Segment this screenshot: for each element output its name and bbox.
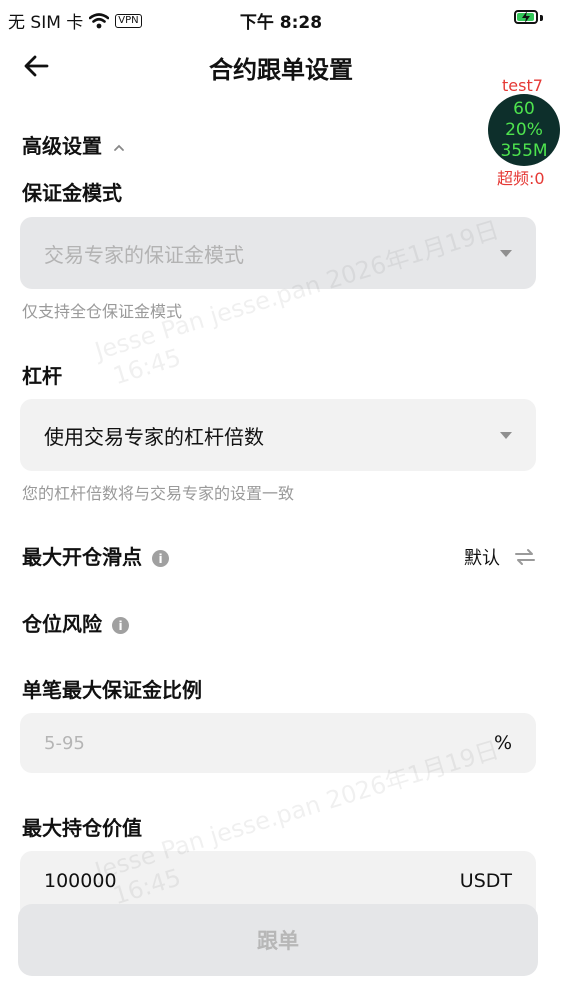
advanced-settings-label: 高级设置 <box>22 134 102 158</box>
battery-charging-icon <box>514 10 538 24</box>
leverage-hint: 您的杠杆倍数将与交易专家的设置一致 <box>22 484 295 503</box>
debug-mem: 355M <box>500 140 548 161</box>
single-margin-label: 单笔最大保证金比例 <box>22 678 202 702</box>
slippage-value: 默认 <box>464 548 500 569</box>
debug-perf-overlay[interactable]: 60 20% 355M <box>488 94 560 166</box>
margin-mode-value: 交易专家的保证金模式 <box>44 242 244 267</box>
battery-cap <box>540 15 543 21</box>
leverage-select[interactable]: 使用交易专家的杠杆倍数 <box>20 399 536 471</box>
margin-mode-label: 保证金模式 <box>22 181 122 205</box>
slippage-toggle[interactable]: 默认 <box>464 544 536 570</box>
single-margin-placeholder: 5-95 <box>44 732 85 754</box>
leverage-label: 杠杆 <box>22 364 62 388</box>
info-icon[interactable]: i <box>112 617 129 634</box>
position-risk-row: 仓位风险 i <box>22 608 129 637</box>
max-position-label: 最大持仓价值 <box>22 816 142 840</box>
debug-overfreq: 超频:0 <box>497 169 545 188</box>
status-time: 下午 8:28 <box>239 13 323 33</box>
advanced-settings-toggle[interactable]: 高级设置 <box>22 130 125 159</box>
caret-down-icon <box>500 431 512 439</box>
leverage-value: 使用交易专家的杠杆倍数 <box>44 424 264 449</box>
max-slippage-label: 最大开仓滑点 <box>22 545 142 569</box>
debug-cpu: 20% <box>505 119 543 140</box>
chevron-up-icon <box>114 144 124 151</box>
max-slippage-row: 最大开仓滑点 i <box>22 541 169 570</box>
usdt-unit: USDT <box>459 870 512 892</box>
debug-fps: 60 <box>513 98 535 119</box>
info-icon[interactable]: i <box>152 550 169 567</box>
follow-button[interactable]: 跟单 <box>18 904 538 976</box>
swap-icon <box>515 549 535 565</box>
page-title: 合约跟单设置 <box>209 56 353 84</box>
position-risk-label: 仓位风险 <box>22 612 102 636</box>
debug-label: test7 <box>502 76 543 95</box>
